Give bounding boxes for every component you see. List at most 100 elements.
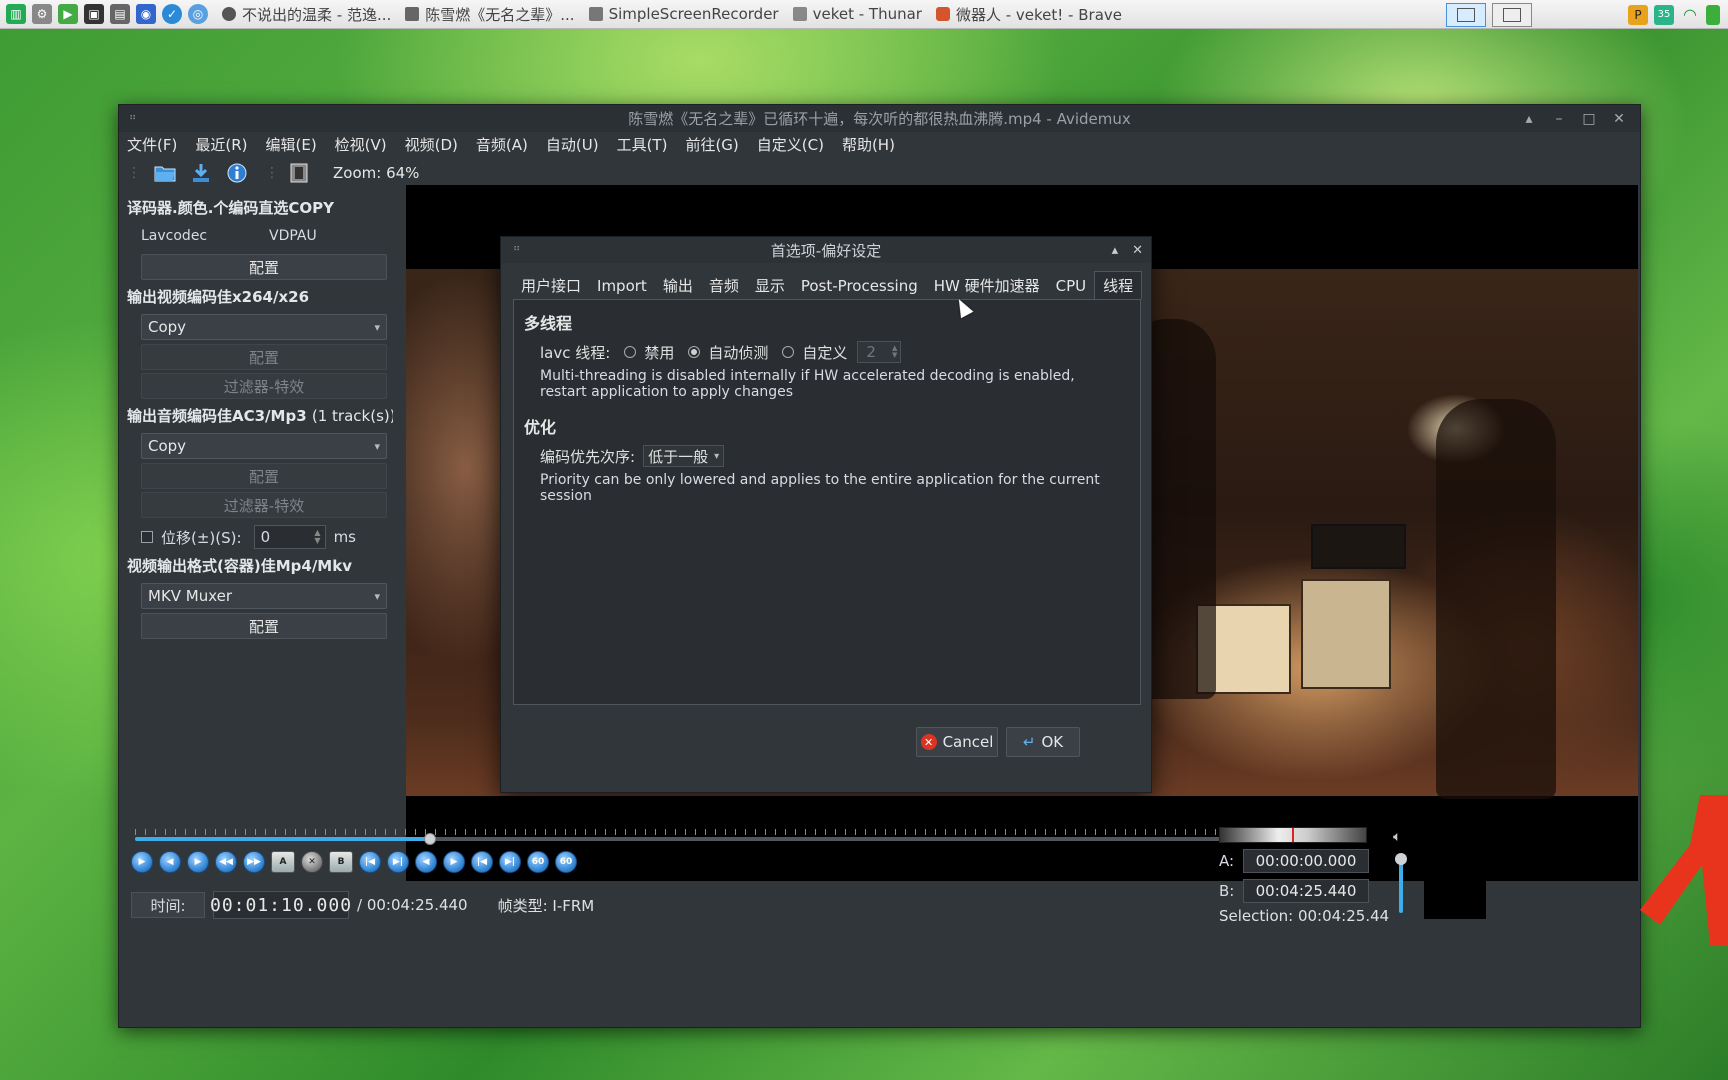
menu-auto[interactable]: 自动(U) [546, 134, 599, 155]
menu-audio[interactable]: 音频(A) [476, 134, 528, 155]
screenshot-icon[interactable]: ◉ [136, 4, 156, 24]
info-button[interactable] [223, 160, 251, 186]
menu-go[interactable]: 前往(G) [685, 134, 738, 155]
workspace-2[interactable] [1492, 2, 1532, 27]
window-titlebar[interactable]: ⠶ 陈雪燃《无名之辈》已循环十遍，每次听的都很热血沸腾.mp4 - Avidem… [119, 105, 1640, 132]
cancel-button[interactable]: ✕ Cancel [916, 727, 998, 757]
menu-file[interactable]: 文件(F) [127, 134, 177, 155]
task-brave[interactable]: 微器人 - veket! - Brave [935, 4, 1122, 25]
system-monitor-icon[interactable]: ▥ [6, 4, 26, 24]
audio-filters-button[interactable]: 过滤器-特效 [141, 492, 387, 518]
tab-cpu[interactable]: CPU [1048, 273, 1095, 299]
radio-custom-label[interactable]: 自定义 [802, 342, 847, 363]
set-marker-a-button[interactable]: A [271, 851, 295, 873]
goto-end-button[interactable]: ▶| [499, 851, 521, 873]
tab-hw-accel[interactable]: HW 硬件加速器 [926, 273, 1048, 299]
close-icon[interactable]: ✕ [1132, 243, 1143, 258]
open-file-button[interactable] [151, 160, 179, 186]
video-codec-select[interactable]: Copy ▾ [141, 314, 387, 340]
menu-view[interactable]: 检视(V) [335, 134, 387, 155]
next-keyframe-button[interactable]: ▶ [443, 851, 465, 873]
network-globe-icon[interactable]: ◎ [188, 4, 208, 24]
radio-auto-label[interactable]: 自动侦测 [708, 342, 768, 363]
window-menu-icon[interactable]: ⠶ [129, 112, 137, 123]
forward-60s-button[interactable]: 60 [555, 851, 577, 873]
film-strip-button[interactable] [285, 160, 313, 186]
menu-help[interactable]: 帮助(H) [842, 134, 895, 155]
goto-marker-b-button[interactable]: ▶| [387, 851, 409, 873]
menu-video[interactable]: 视频(D) [405, 134, 458, 155]
settings-gear-icon[interactable]: ⚙ [32, 4, 52, 24]
custom-threads-spinbox[interactable]: 2 ▲ ▼ [857, 341, 902, 363]
back-60s-button[interactable]: 60 [527, 851, 549, 873]
workspace-1[interactable] [1446, 2, 1486, 27]
cancel-label: Cancel [942, 733, 994, 751]
menu-custom[interactable]: 自定义(C) [757, 134, 824, 155]
offset-checkbox[interactable] [141, 531, 153, 543]
spin-arrows-icon[interactable]: ▲ ▼ [314, 529, 320, 545]
timeline-handle[interactable] [424, 833, 436, 845]
maximize-icon[interactable]: □ [1574, 111, 1604, 127]
audio-codec-select[interactable]: Copy ▾ [141, 433, 387, 459]
offset-spinbox[interactable]: 0 ▲ ▼ [253, 525, 326, 549]
close-icon[interactable]: ✕ [1604, 111, 1634, 127]
tab-output[interactable]: 输出 [655, 273, 701, 299]
decoder-configure-button[interactable]: 配置 [141, 254, 387, 280]
time-label-button[interactable]: 时间: [131, 892, 205, 918]
play-button[interactable]: ▶ [131, 851, 153, 873]
ok-button[interactable]: ↵ OK [1006, 727, 1080, 757]
task-screen-recorder[interactable]: SimpleScreenRecorder [588, 5, 779, 23]
keep-above-icon[interactable]: ▴ [1112, 243, 1119, 258]
timeline-slider[interactable] [135, 829, 1315, 845]
goto-start-button[interactable]: |◀ [471, 851, 493, 873]
reset-markers-button[interactable]: ✕ [301, 851, 323, 873]
dialog-titlebar[interactable]: ⠶ 首选项-偏好设定 ▴ ✕ [501, 237, 1151, 263]
wifi-icon[interactable]: ◠ [1680, 5, 1700, 25]
set-marker-b-button[interactable]: B [329, 851, 353, 873]
video-filters-button[interactable]: 过滤器-特效 [141, 373, 387, 399]
prev-keyframe-button[interactable]: ◀ [415, 851, 437, 873]
play-launcher-icon[interactable]: ▶ [58, 4, 78, 24]
next-frame-button[interactable]: ▶ [187, 851, 209, 873]
radio-auto-detect[interactable] [688, 346, 701, 358]
task-thunar[interactable]: veket - Thunar [792, 5, 922, 23]
volume-control[interactable]: 🔈︎ [1391, 829, 1411, 919]
menu-tools[interactable]: 工具(T) [617, 134, 668, 155]
menu-edit[interactable]: 编辑(E) [265, 134, 316, 155]
battery-icon[interactable] [1706, 4, 1720, 25]
prev-frame-button[interactable]: ◀ [159, 851, 181, 873]
minimize-icon[interactable]: – [1544, 111, 1574, 127]
radio-custom[interactable] [782, 346, 795, 358]
save-file-button[interactable] [187, 160, 215, 186]
terminal-icon[interactable]: ▣ [84, 4, 104, 24]
tab-display[interactable]: 显示 [747, 273, 793, 299]
keep-above-icon[interactable]: ▴ [1514, 111, 1544, 127]
dialog-menu-icon[interactable]: ⠶ [513, 243, 520, 254]
priority-select[interactable]: 低于一般 ▾ [643, 445, 725, 467]
fast-forward-button[interactable]: ▶▶ [243, 851, 265, 873]
tab-user-interface[interactable]: 用户接口 [513, 273, 589, 299]
temperature-badge[interactable]: 35 [1654, 4, 1674, 25]
menu-recent[interactable]: 最近(R) [195, 134, 247, 155]
file-manager-icon[interactable]: ▤ [110, 4, 130, 24]
tab-threading[interactable]: 线程 [1094, 271, 1143, 299]
radio-disable[interactable] [624, 346, 637, 358]
marker-a-time[interactable]: 00:00:00.000 [1243, 849, 1369, 873]
tab-post-processing[interactable]: Post-Processing [793, 273, 926, 299]
task-music-player[interactable]: 不说出的温柔 - 范逸... [222, 4, 391, 25]
clipboard-icon[interactable]: P [1628, 4, 1648, 25]
current-time-field[interactable]: 00:01:10.000 [210, 891, 351, 919]
video-configure-button[interactable]: 配置 [141, 344, 387, 370]
radio-disable-label[interactable]: 禁用 [644, 342, 674, 363]
check-icon[interactable]: ✓ [162, 4, 182, 24]
rewind-button[interactable]: ◀◀ [215, 851, 237, 873]
muxer-configure-button[interactable]: 配置 [141, 613, 387, 639]
task-avidemux[interactable]: 陈雪燃《无名之辈》... [405, 4, 575, 25]
marker-b-time[interactable]: 00:04:25.440 [1243, 879, 1369, 903]
volume-handle[interactable] [1395, 853, 1407, 865]
audio-configure-button[interactable]: 配置 [141, 463, 387, 489]
tab-import[interactable]: Import [589, 273, 655, 299]
tab-audio[interactable]: 音频 [701, 273, 747, 299]
muxer-select[interactable]: MKV Muxer ▾ [141, 583, 387, 609]
goto-marker-a-button[interactable]: |◀ [359, 851, 381, 873]
